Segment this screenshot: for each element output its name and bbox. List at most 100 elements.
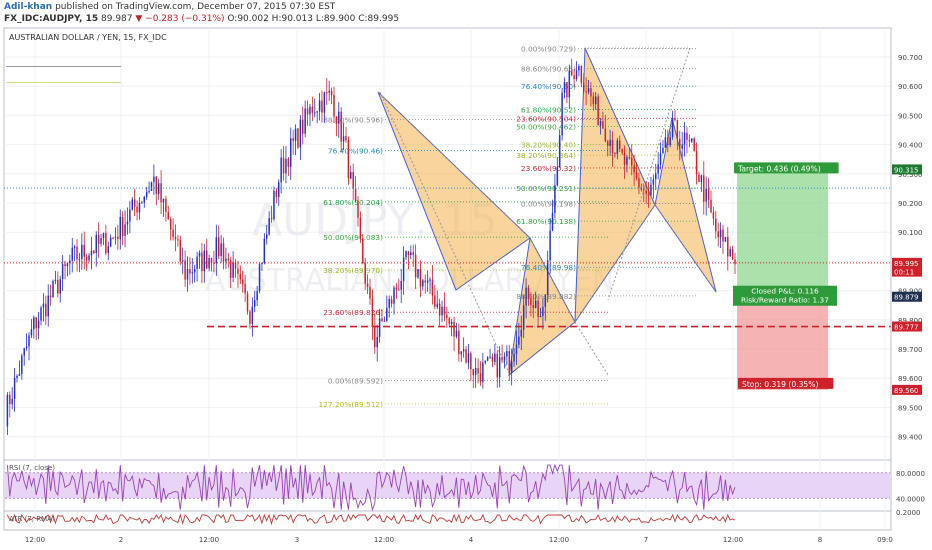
candle-body — [229, 260, 232, 278]
target-label: Target: 0.436 (0.49%) — [737, 164, 821, 173]
candle-body — [323, 92, 326, 113]
price-chart[interactable]: AUSTRALIAN DOLLAR / YEN, 15, FX_IDC AUDJ… — [0, 0, 932, 550]
candle-body — [210, 258, 213, 263]
candle-body — [117, 236, 119, 240]
candle-body — [71, 247, 73, 261]
fib-label-right: 88.60%(90.66) — [521, 65, 576, 74]
candle-body — [364, 263, 366, 284]
candle-body — [81, 244, 83, 260]
candle-body — [57, 279, 59, 294]
candle-body — [225, 258, 227, 262]
candle-body — [273, 190, 275, 219]
candle-body — [148, 190, 150, 192]
candle-body — [114, 236, 117, 238]
candle-body — [256, 291, 258, 301]
candle-body — [443, 306, 446, 315]
candle-body — [652, 179, 655, 185]
candle-body — [107, 246, 110, 254]
candle-body — [434, 295, 436, 307]
candle-body — [304, 108, 306, 134]
candle-body — [105, 232, 107, 254]
candle-body — [174, 237, 177, 240]
candle-body — [606, 141, 609, 146]
fib-label-left: 76.40%(90.46) — [328, 146, 383, 155]
fib-label-right: 0.00%(90.729) — [521, 45, 576, 54]
candle-body — [453, 321, 455, 337]
candle-body — [198, 252, 201, 257]
candle-body — [575, 70, 578, 80]
candle-body — [153, 176, 155, 183]
fib-label-right: 50.00%(90.462) — [516, 122, 576, 131]
candle-body — [282, 157, 285, 174]
candle-body — [506, 351, 508, 357]
candle-body — [6, 394, 9, 427]
candle-body — [172, 229, 174, 238]
legend-line-1 — [6, 66, 121, 67]
ohlc-values: O:90.002 H:90.013 L:89.900 C:89.995 — [227, 14, 400, 24]
fib-label-left: 127.20%(89.512) — [318, 400, 383, 409]
candle-body — [422, 280, 424, 287]
candle-body — [602, 121, 604, 129]
candle-body — [618, 140, 621, 149]
fib-label-left: 0.00%(89.592) — [328, 377, 383, 386]
fib-label-right: 38.20%(90.40) — [521, 141, 576, 150]
fib-label-left: 38.20%(89.970) — [323, 266, 383, 275]
candle-body — [136, 206, 138, 213]
candle-body — [371, 298, 374, 328]
candle-body — [393, 287, 395, 304]
candle-body — [674, 117, 676, 121]
candle-body — [297, 128, 299, 148]
candle-body — [13, 378, 16, 399]
candle-body — [585, 91, 587, 93]
price-badge: 89.879 — [894, 294, 919, 302]
candle-body — [599, 121, 602, 126]
time-tick-label: 2 — [119, 536, 123, 544]
rr-label: Risk/Reward Ratio: 1.37 — [741, 296, 829, 305]
candle-body — [630, 157, 633, 166]
candle-body — [263, 238, 266, 264]
candle-body — [693, 138, 695, 152]
rsi-tick-label: 40.0000 — [896, 495, 925, 503]
time-axis[interactable]: 12:00 2 12:00 3 12:00 4 12:00 7 12:00 8 09:0 — [25, 536, 893, 544]
time-tick-label: 7 — [644, 536, 648, 544]
candle-body — [143, 196, 146, 203]
candle-body — [712, 212, 715, 219]
candle-body — [520, 329, 523, 337]
candle-body — [676, 120, 679, 139]
candle-body — [587, 88, 590, 93]
candle-body — [592, 96, 595, 105]
candle-body — [539, 316, 542, 318]
price-tick-label: 90.200 — [898, 200, 923, 208]
candle-body — [448, 318, 450, 325]
candle-body — [614, 153, 616, 155]
candle-body — [570, 70, 573, 76]
atr-label: ATR (7, RMA) — [9, 515, 55, 523]
stop-zone — [737, 296, 828, 390]
candle-body — [717, 231, 719, 238]
price-tick-label: 90.700 — [898, 54, 923, 62]
candle-body — [328, 90, 330, 93]
candle-body — [417, 269, 419, 278]
author-name[interactable]: Adil-khan — [4, 2, 52, 12]
rsi-tick-label: 80.0000 — [896, 470, 925, 478]
price-axis[interactable]: 90.70090.60090.50090.40090.30090.20090.1… — [890, 28, 923, 530]
candle-body — [722, 229, 724, 242]
candle-body — [119, 216, 122, 240]
candle-body — [633, 165, 635, 173]
candle-body — [150, 182, 153, 191]
candle-body — [669, 137, 671, 146]
candle-body — [395, 287, 398, 290]
candle-body — [419, 269, 422, 287]
candle-body — [482, 362, 484, 382]
candle-body — [484, 360, 487, 363]
candle-body — [28, 335, 30, 347]
position-tool[interactable]: Target: 0.436 (0.49%) Stop: 0.319 (0.35%)… — [733, 162, 839, 390]
candle-body — [705, 188, 707, 202]
candle-body — [381, 318, 383, 322]
candle-body — [707, 188, 710, 200]
pnl-label: Closed P&L: 0.116 — [751, 287, 819, 296]
candle-body — [691, 138, 693, 142]
candle-body — [374, 327, 376, 348]
candle-body — [64, 264, 66, 267]
candle-body — [232, 262, 234, 278]
